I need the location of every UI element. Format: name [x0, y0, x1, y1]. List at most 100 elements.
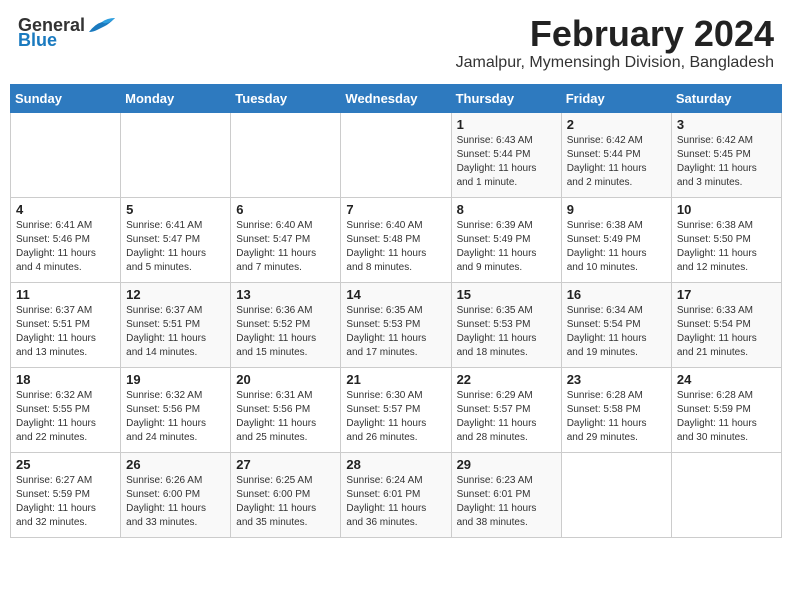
day-cell: 15Sunrise: 6:35 AM Sunset: 5:53 PM Dayli…: [451, 282, 561, 367]
col-header-saturday: Saturday: [671, 84, 781, 112]
week-row-3: 11 Sunrise: 6:37 AM Sunset: 5:51 PM Dayli…: [11, 282, 782, 367]
calendar-body: 1 Sunrise: 6:43 AM Sunset: 5:44 PM Daylig…: [11, 112, 782, 537]
day-info: Sunrise: 6:33 AM Sunset: 5:54 PM Dayligh…: [677, 304, 776, 360]
calendar-header-row: SundayMondayTuesdayWednesdayThursdayFrid…: [11, 84, 782, 112]
day-number: 17: [677, 287, 776, 302]
day-cell: [341, 112, 451, 197]
day-info: Sunrise: 6:37 AM Sunset: 5:51 PM Dayligh…: [16, 304, 115, 360]
day-info: Sunrise: 6:39 AM Sunset: 5:49 PM Dayligh…: [457, 219, 556, 275]
calendar-table: SundayMondayTuesdayWednesdayThursdayFrid…: [10, 84, 782, 538]
day-info: Sunrise: 6:37 AM Sunset: 5:51 PM Dayligh…: [126, 304, 225, 360]
day-cell: 20 Sunrise: 6:31 AM Sunset: 5:56 PM Dayli…: [231, 367, 341, 452]
day-info: Sunrise: 6:35 AM Sunset: 5:53 PM Dayligh…: [346, 304, 445, 360]
day-info: Sunrise: 6:24 AM Sunset: 6:01 PM Dayligh…: [346, 474, 445, 530]
day-number: 19: [126, 372, 225, 387]
day-cell: 29 Sunrise: 6:23 AM Sunset: 6:01 PM Dayli…: [451, 452, 561, 537]
col-header-friday: Friday: [561, 84, 671, 112]
day-cell: 8 Sunrise: 6:39 AM Sunset: 5:49 PM Daylig…: [451, 197, 561, 282]
day-info: Sunrise: 6:35 AM Sunset: 5:53 PM Dayligh…: [457, 304, 556, 360]
day-info: Sunrise: 6:32 AM Sunset: 5:55 PM Dayligh…: [16, 389, 115, 445]
day-info: Sunrise: 6:42 AM Sunset: 5:45 PM Dayligh…: [677, 134, 776, 190]
day-info: Sunrise: 6:42 AM Sunset: 5:44 PM Dayligh…: [567, 134, 666, 190]
day-number: 27: [236, 457, 335, 472]
day-number: 26: [126, 457, 225, 472]
day-cell: 3 Sunrise: 6:42 AM Sunset: 5:45 PM Daylig…: [671, 112, 781, 197]
day-cell: [121, 112, 231, 197]
day-info: Sunrise: 6:36 AM Sunset: 5:52 PM Dayligh…: [236, 304, 335, 360]
day-cell: 16Sunrise: 6:34 AM Sunset: 5:54 PM Dayli…: [561, 282, 671, 367]
day-number: 5: [126, 202, 225, 217]
day-cell: [561, 452, 671, 537]
page-title: February 2024: [456, 14, 774, 54]
day-cell: 9 Sunrise: 6:38 AM Sunset: 5:49 PM Daylig…: [561, 197, 671, 282]
day-info: Sunrise: 6:34 AM Sunset: 5:54 PM Dayligh…: [567, 304, 666, 360]
day-cell: 6Sunrise: 6:40 AM Sunset: 5:47 PM Daylig…: [231, 197, 341, 282]
day-number: 28: [346, 457, 445, 472]
day-cell: [11, 112, 121, 197]
day-cell: 13 Sunrise: 6:36 AM Sunset: 5:52 PM Dayli…: [231, 282, 341, 367]
col-header-sunday: Sunday: [11, 84, 121, 112]
day-info: Sunrise: 6:40 AM Sunset: 5:48 PM Dayligh…: [346, 219, 445, 275]
day-cell: 10 Sunrise: 6:38 AM Sunset: 5:50 PM Dayli…: [671, 197, 781, 282]
week-row-5: 25 Sunrise: 6:27 AM Sunset: 5:59 PM Dayli…: [11, 452, 782, 537]
day-info: Sunrise: 6:40 AM Sunset: 5:47 PM Dayligh…: [236, 219, 335, 275]
day-number: 3: [677, 117, 776, 132]
page-subtitle: Jamalpur, Mymensingh Division, Banglades…: [456, 54, 774, 72]
day-cell: 17 Sunrise: 6:33 AM Sunset: 5:54 PM Dayli…: [671, 282, 781, 367]
day-number: 10: [677, 202, 776, 217]
day-info: Sunrise: 6:32 AM Sunset: 5:56 PM Dayligh…: [126, 389, 225, 445]
day-number: 20: [236, 372, 335, 387]
col-header-tuesday: Tuesday: [231, 84, 341, 112]
col-header-thursday: Thursday: [451, 84, 561, 112]
week-row-2: 4Sunrise: 6:41 AM Sunset: 5:46 PM Daylig…: [11, 197, 782, 282]
day-cell: 2 Sunrise: 6:42 AM Sunset: 5:44 PM Daylig…: [561, 112, 671, 197]
day-number: 11: [16, 287, 115, 302]
day-info: Sunrise: 6:38 AM Sunset: 5:49 PM Dayligh…: [567, 219, 666, 275]
day-cell: 14 Sunrise: 6:35 AM Sunset: 5:53 PM Dayli…: [341, 282, 451, 367]
day-cell: 22Sunrise: 6:29 AM Sunset: 5:57 PM Dayli…: [451, 367, 561, 452]
day-info: Sunrise: 6:29 AM Sunset: 5:57 PM Dayligh…: [457, 389, 556, 445]
day-info: Sunrise: 6:26 AM Sunset: 6:00 PM Dayligh…: [126, 474, 225, 530]
day-info: Sunrise: 6:43 AM Sunset: 5:44 PM Dayligh…: [457, 134, 556, 190]
day-info: Sunrise: 6:31 AM Sunset: 5:56 PM Dayligh…: [236, 389, 335, 445]
day-info: Sunrise: 6:38 AM Sunset: 5:50 PM Dayligh…: [677, 219, 776, 275]
day-number: 23: [567, 372, 666, 387]
day-number: 18: [16, 372, 115, 387]
day-cell: 28 Sunrise: 6:24 AM Sunset: 6:01 PM Dayli…: [341, 452, 451, 537]
logo-bird-icon: [87, 14, 117, 36]
day-number: 14: [346, 287, 445, 302]
day-info: Sunrise: 6:27 AM Sunset: 5:59 PM Dayligh…: [16, 474, 115, 530]
day-cell: 23Sunrise: 6:28 AM Sunset: 5:58 PM Dayli…: [561, 367, 671, 452]
day-cell: [671, 452, 781, 537]
day-number: 8: [457, 202, 556, 217]
day-cell: 24 Sunrise: 6:28 AM Sunset: 5:59 PM Dayli…: [671, 367, 781, 452]
day-cell: 4Sunrise: 6:41 AM Sunset: 5:46 PM Daylig…: [11, 197, 121, 282]
logo-blue: Blue: [18, 30, 57, 51]
day-info: Sunrise: 6:23 AM Sunset: 6:01 PM Dayligh…: [457, 474, 556, 530]
col-header-monday: Monday: [121, 84, 231, 112]
day-cell: 18 Sunrise: 6:32 AM Sunset: 5:55 PM Dayli…: [11, 367, 121, 452]
logo: General Blue: [18, 14, 117, 51]
day-number: 24: [677, 372, 776, 387]
day-number: 4: [16, 202, 115, 217]
week-row-1: 1 Sunrise: 6:43 AM Sunset: 5:44 PM Daylig…: [11, 112, 782, 197]
day-cell: 27 Sunrise: 6:25 AM Sunset: 6:00 PM Dayli…: [231, 452, 341, 537]
day-info: Sunrise: 6:25 AM Sunset: 6:00 PM Dayligh…: [236, 474, 335, 530]
day-cell: 26 Sunrise: 6:26 AM Sunset: 6:00 PM Dayli…: [121, 452, 231, 537]
day-number: 21: [346, 372, 445, 387]
day-cell: 7Sunrise: 6:40 AM Sunset: 5:48 PM Daylig…: [341, 197, 451, 282]
day-cell: 21Sunrise: 6:30 AM Sunset: 5:57 PM Dayli…: [341, 367, 451, 452]
header: General Blue February 2024 Jamalpur, Mym…: [10, 10, 782, 76]
day-number: 1: [457, 117, 556, 132]
day-number: 2: [567, 117, 666, 132]
day-number: 9: [567, 202, 666, 217]
week-row-4: 18 Sunrise: 6:32 AM Sunset: 5:55 PM Dayli…: [11, 367, 782, 452]
day-cell: 12Sunrise: 6:37 AM Sunset: 5:51 PM Dayli…: [121, 282, 231, 367]
col-header-wednesday: Wednesday: [341, 84, 451, 112]
day-number: 29: [457, 457, 556, 472]
day-cell: [231, 112, 341, 197]
day-number: 13: [236, 287, 335, 302]
day-number: 25: [16, 457, 115, 472]
day-info: Sunrise: 6:28 AM Sunset: 5:59 PM Dayligh…: [677, 389, 776, 445]
day-cell: 19 Sunrise: 6:32 AM Sunset: 5:56 PM Dayli…: [121, 367, 231, 452]
